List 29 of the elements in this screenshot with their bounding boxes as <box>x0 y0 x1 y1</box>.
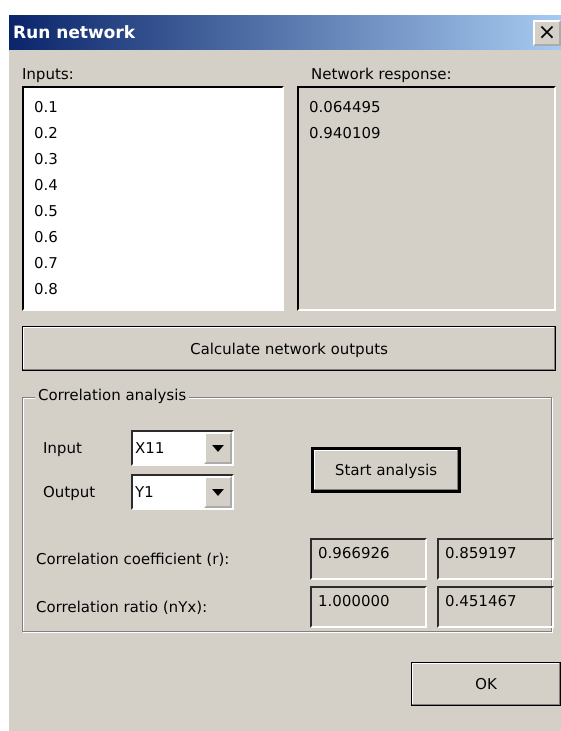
dropdown[interactable]: X11 <box>131 430 234 466</box>
group-title: Correlation analysis <box>35 386 190 404</box>
input-item[interactable]: 0.6 <box>34 224 58 250</box>
result-value: 0.451467 <box>437 586 554 628</box>
response-value: 0.064495 <box>309 97 381 118</box>
ok-button[interactable]: OK <box>411 662 561 706</box>
input-item[interactable]: 0.7 <box>34 250 58 276</box>
input-item[interactable]: 0.4 <box>34 172 58 198</box>
response-label: Network response: <box>310 64 453 85</box>
close-button[interactable]: × <box>533 20 561 46</box>
input-item[interactable]: 0.2 <box>34 120 58 146</box>
input-item[interactable]: 0.8 <box>34 276 58 302</box>
result-label: Correlation coefficient (r): <box>36 550 230 568</box>
result-value: 0.859197 <box>437 538 554 580</box>
calculate-button[interactable]: Calculate network outputs <box>22 326 556 371</box>
input-item[interactable]: 0.5 <box>34 198 58 224</box>
window-title: Run network <box>13 22 136 42</box>
input-item[interactable]: 0.1 <box>34 94 58 120</box>
input-item[interactable]: 0.3 <box>34 146 58 172</box>
dropdown[interactable]: Y1 <box>131 474 234 510</box>
start-analysis-button[interactable]: Start analysis <box>311 447 461 493</box>
result-value: 0.966926 <box>310 538 427 580</box>
inputs-list[interactable]: 0.1 0.2 0.3 0.4 0.5 0.6 0.7 0.8 <box>22 86 284 311</box>
selector-label: Output <box>42 483 96 501</box>
response-value: 0.940109 <box>309 123 381 144</box>
inputs-label: Inputs: <box>22 64 75 85</box>
result-label: Correlation ratio (nYx): <box>36 598 208 616</box>
selector-label: Input <box>42 439 83 457</box>
result-value: 1.000000 <box>310 586 427 628</box>
